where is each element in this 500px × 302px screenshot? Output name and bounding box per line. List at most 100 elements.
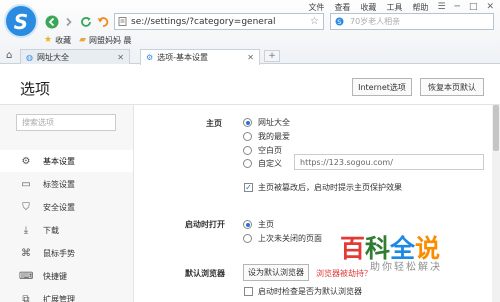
default-browser-label: 默认浏览器 [185, 269, 225, 278]
browser-logo[interactable]: S [4, 4, 38, 38]
menu-favorites[interactable]: 收藏 [360, 2, 376, 13]
maximize-icon[interactable]: □ [469, 2, 478, 12]
tab-settings[interactable]: ⚙ 选项-基本设置 ✕ [140, 49, 260, 65]
settings-search-input[interactable]: 搜索选项 [16, 114, 116, 131]
close-tab-icon[interactable]: ✕ [117, 53, 124, 62]
menu-file[interactable]: 文件 [308, 2, 324, 13]
menu-tools[interactable]: 工具 [386, 2, 402, 13]
undo-close-button[interactable] [95, 15, 110, 30]
check-default-on-startup-checkbox[interactable]: 启动时检查是否为默认浏览器 [244, 286, 362, 297]
custom-homepage-input[interactable]: https://123.sogou.com/ [294, 154, 484, 170]
page-icon [118, 17, 127, 26]
tab-strip: ⌂ ◍ 网址大全 ✕ ⚙ 选项-基本设置 ✕ + [0, 48, 500, 65]
home-icon[interactable]: ⌂ [6, 50, 12, 61]
mouse-icon: ⌘ [21, 247, 31, 259]
startup-radio-homepage[interactable]: 主页 [243, 219, 274, 230]
refresh-button[interactable] [78, 15, 93, 30]
bookmark-favorites[interactable]: ★ 收藏 [44, 35, 71, 46]
sidebar-item-label: 鼠标手势 [43, 248, 75, 258]
homepage-label: 主页 [206, 119, 222, 128]
logo-letter: S [13, 10, 29, 34]
tab-label: 网址大全 [36, 52, 69, 62]
sidebar-item-label: 基本设置 [43, 156, 75, 166]
globe-icon: ◍ [26, 52, 33, 62]
radio-circle [243, 146, 252, 155]
scrollbar-thumb[interactable] [493, 105, 499, 151]
internet-options-button[interactable]: Internet选项 [352, 78, 412, 96]
search-engine-icon: S [335, 17, 344, 26]
back-button[interactable] [44, 15, 59, 30]
radio-label: 主页 [258, 220, 274, 229]
sidebar-item-security[interactable]: ⛉ 安全设置 [0, 196, 133, 218]
checkbox-box [244, 287, 253, 296]
radio-circle [243, 159, 252, 168]
radio-label: 上次未关闭的页面 [258, 234, 322, 243]
bookmark-label: 网盟妈妈 晨 [89, 35, 132, 45]
radio-circle [243, 234, 252, 243]
tab-label: 选项-基本设置 [157, 53, 209, 62]
sidebar-item-extensions[interactable]: ⧉ 扩展管理 [0, 288, 133, 302]
new-tab-button[interactable]: + [264, 50, 280, 62]
sidebar-item-mouse-gesture[interactable]: ⌘ 鼠标手势 [0, 242, 133, 264]
shield-icon: ⛉ [22, 201, 30, 213]
gear-icon: ⚙ [21, 155, 31, 167]
download-icon: ⤓ [23, 224, 29, 236]
close-window-icon[interactable]: ✕ [486, 2, 494, 12]
radio-circle [243, 132, 252, 141]
radio-circle [243, 118, 252, 127]
checkbox-box: ✓ [244, 183, 253, 192]
radio-label: 网址大全 [258, 118, 290, 127]
browser-hijacked-link[interactable]: 浏览器被劫持？ [316, 268, 372, 279]
bookmark-folder[interactable]: ▰ 网盟妈妈 晨 [79, 35, 131, 46]
extension-icon: ⧉ [22, 293, 30, 302]
checkbox-label: 启动时检查是否为默认浏览器 [258, 287, 362, 296]
checkbox-label: 主页被篡改后，启动时提示主页保护效果 [258, 183, 402, 192]
forward-button[interactable] [61, 15, 76, 30]
bookmarks-bar: ★ 收藏 ▰ 网盟妈妈 晨 [44, 33, 140, 47]
bookmark-star-icon[interactable]: ☆ [310, 16, 319, 27]
gear-icon: ⚙ [146, 53, 154, 62]
address-bar[interactable]: se://settings/?category=general ☆ [114, 13, 324, 30]
menu-help[interactable]: 帮助 [412, 2, 428, 13]
sidebar-item-shortcuts[interactable]: ⌨ 快捷键 [0, 265, 133, 287]
folder-icon: ▰ [79, 35, 86, 45]
startup-radio-last-session[interactable]: 上次未关闭的页面 [243, 233, 322, 244]
homepage-radio-blank[interactable]: 空白页 [243, 145, 282, 156]
sidebar-item-label: 标签设置 [43, 179, 75, 189]
close-tab-icon[interactable]: ✕ [247, 53, 254, 62]
menu-view[interactable]: 查看 [334, 2, 350, 13]
address-text[interactable]: se://settings/?category=general [131, 17, 276, 27]
sidebar-item-label: 扩展管理 [43, 294, 75, 302]
sidebar-item-label: 下载 [43, 225, 59, 235]
watermark-char: 百 [340, 234, 365, 263]
homepage-protect-checkbox[interactable]: ✓ 主页被篡改后，启动时提示主页保护效果 [244, 182, 402, 193]
sidebar-item-label: 安全设置 [43, 202, 75, 212]
bookmark-label: 收藏 [55, 35, 72, 45]
radio-label: 自定义 [258, 159, 282, 168]
refresh-icon [80, 17, 91, 27]
page-title: 选项 [20, 80, 51, 98]
homepage-radio-custom[interactable]: 自定义 [243, 158, 282, 169]
undo-icon [97, 17, 108, 27]
search-input[interactable]: S 70岁老人相亲 [330, 13, 494, 30]
sidebar-item-basic[interactable]: ⚙ 基本设置 [0, 150, 133, 172]
tab-icon: ▭ [21, 178, 31, 190]
set-default-browser-button[interactable]: 设为默认浏览器 [243, 264, 309, 281]
forward-arrow-icon [65, 17, 72, 27]
menu-bar: 文件 查看 收藏 工具 帮助 ☰ ─ □ ✕ [298, 0, 494, 14]
restore-defaults-button[interactable]: 恢复本页默认 [420, 78, 484, 96]
radio-label: 我的最爱 [258, 132, 290, 141]
sidebar-item-tabs[interactable]: ▭ 标签设置 [0, 173, 133, 195]
tab-url-directory[interactable]: ◍ 网址大全 ✕ [20, 49, 130, 64]
sidebar-item-download[interactable]: ⤓ 下载 [0, 219, 133, 241]
sidebar-item-label: 快捷键 [43, 271, 67, 281]
radio-circle [243, 220, 252, 229]
watermark-caption: 助你轻松解决 [370, 262, 442, 273]
main-menu-icon[interactable]: ☰ [437, 2, 445, 12]
keyboard-icon: ⌨ [19, 270, 34, 282]
star-icon: ★ [44, 35, 53, 45]
homepage-radio-favorites[interactable]: 我的最爱 [243, 131, 290, 142]
vertical-scrollbar[interactable] [492, 105, 500, 302]
minimize-icon[interactable]: ─ [455, 2, 460, 12]
homepage-radio-url-directory[interactable]: 网址大全 [243, 117, 290, 128]
